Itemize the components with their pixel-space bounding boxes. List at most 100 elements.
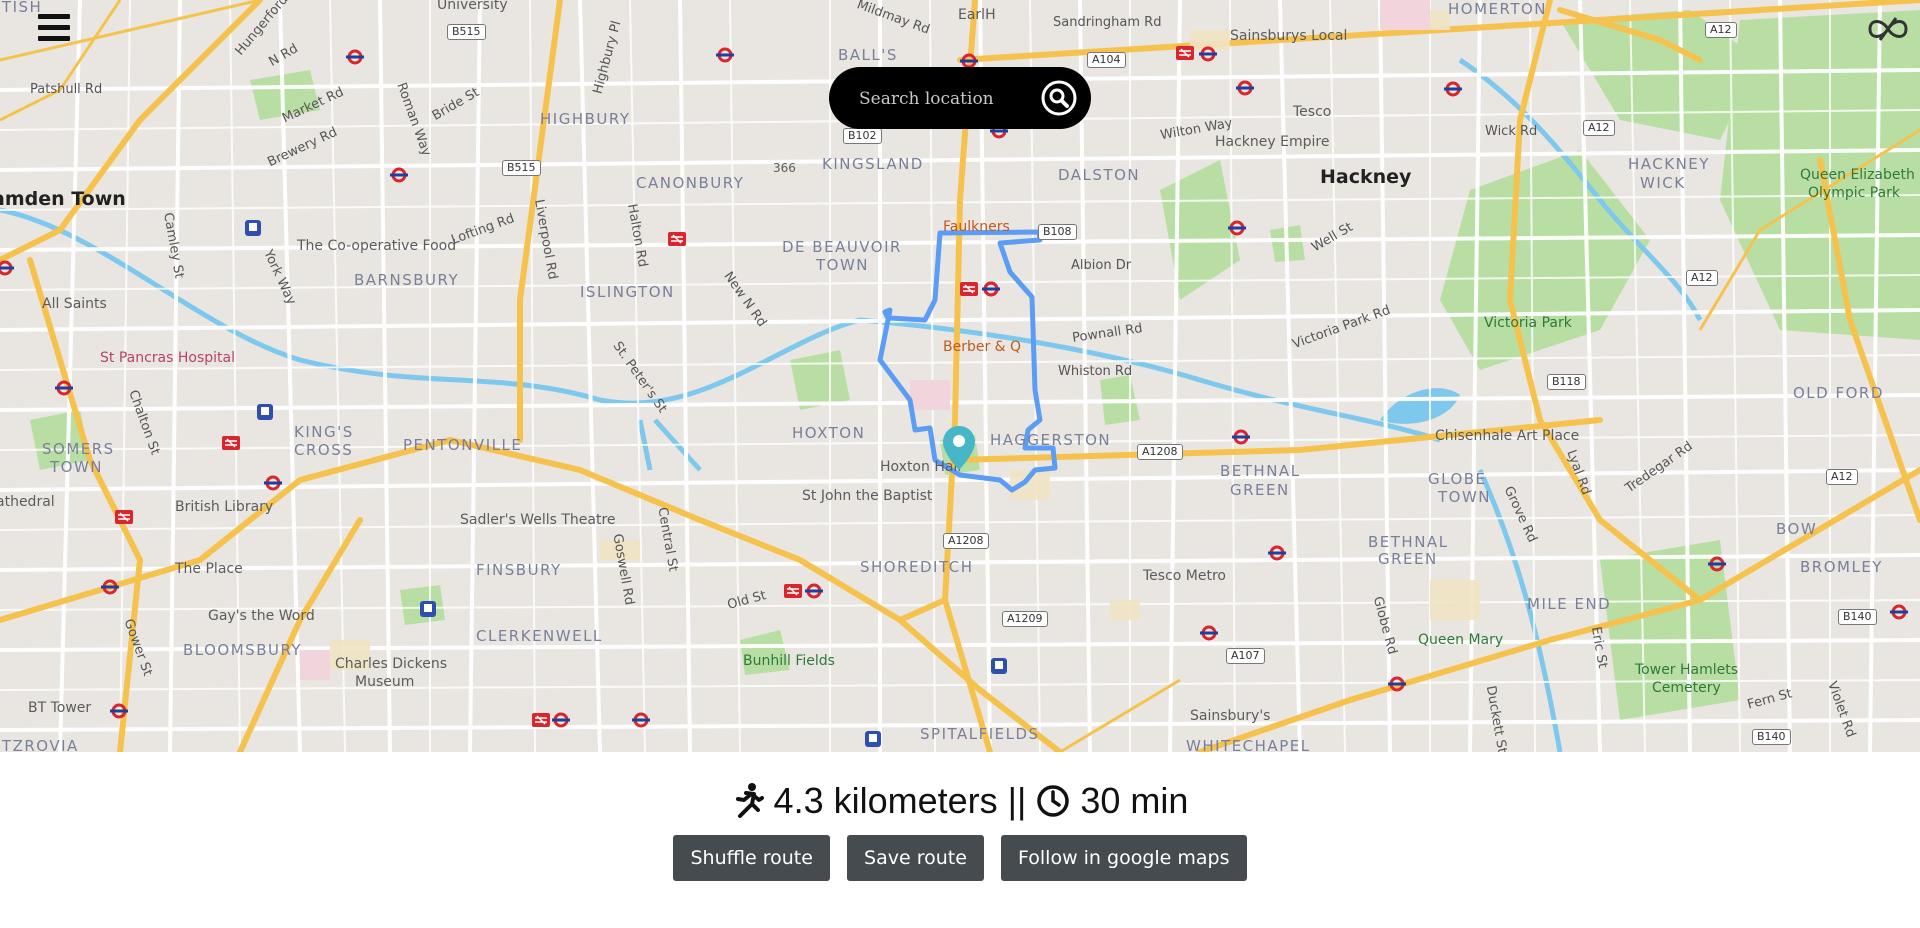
area-label: KINGSLAND [822,155,924,173]
tube-station-icon [552,712,570,728]
place-label: Tesco Metro [1143,568,1226,584]
infinity-loop-logo-icon[interactable] [1866,14,1910,44]
area-label: HIGHBURY [540,110,631,128]
place-label: Berber & Q [943,339,1022,355]
place-label: 366 [773,161,796,175]
tube-station-icon [346,49,364,65]
place-label: The Place [175,561,243,577]
stats-separator: || [1007,780,1027,821]
road-shield: B108 [1038,224,1077,240]
rail-station-icon [960,282,978,296]
search-icon[interactable] [1040,79,1078,117]
place-label: Charles Dickens [335,656,447,672]
area-label: TOWN [816,256,870,274]
route-duration: 30 min [1080,780,1189,821]
tube-station-icon [1200,625,1218,641]
area-label: GREEN [1378,550,1438,568]
rail-station-icon [668,232,686,246]
rail-station-icon [532,713,550,727]
place-label: The Co-operative Food [297,238,457,254]
area-label: CLERKENWELL [476,627,603,645]
road-shield: A12 [1686,270,1718,286]
area-label: ISLINGTON [580,283,675,301]
road-shield: B515 [502,160,541,176]
area-label: SHOREDITCH [860,558,974,576]
road-label: Patshull Rd [30,82,103,97]
rail-station-icon [115,510,133,524]
area-label: DALSTON [1058,166,1141,184]
place-label: Sainsbury's [1190,708,1271,724]
place-label: Sadler's Wells Theatre [460,512,616,528]
area-label: SOMERS [42,440,115,458]
place-label: St John the Baptist [802,488,933,504]
area-label: HAGGERSTON [990,431,1112,449]
area-label: CANONBURY [636,174,745,192]
road-label: Albion Dr [1071,258,1132,273]
action-buttons: Shuffle route Save route Follow in googl… [0,835,1920,881]
tube-station-icon [101,579,119,595]
route-stats: 4.3 kilometers || 30 min [0,780,1920,822]
road-shield: A12 [1826,469,1858,485]
bus-station-icon [245,220,261,236]
road-shield: B102 [843,128,882,144]
route-distance: 4.3 kilometers [773,780,998,821]
place-label: University [437,0,508,13]
area-label: ITISH [0,0,43,16]
tube-station-icon [1199,46,1217,62]
place-label: Chisenhale Art Place [1435,428,1580,444]
area-label: GREEN [1230,481,1290,499]
tube-station-icon [0,260,14,276]
place-label: Queen Elizabeth [1800,167,1915,183]
area-label: BOW [1776,520,1818,538]
hamburger-menu-icon[interactable] [38,14,70,48]
rail-station-icon [1176,46,1194,60]
place-label: St Pancras Hospital [100,350,235,366]
area-label: BLOOMSBURY [183,641,303,659]
place-label: Gay's the Word [208,608,315,624]
search-input[interactable] [857,82,1031,116]
road-label: Wick Rd [1485,124,1538,139]
area-label: ITZROVIA [0,737,79,752]
road-shield: A12 [1583,120,1615,136]
place-label: Olympic Park [1808,185,1901,201]
tube-station-icon [1444,81,1462,97]
road-shield: A1209 [1002,611,1048,627]
tube-station-icon [110,703,128,719]
area-label: KING'S [294,423,354,441]
map-view[interactable]: amden Town Hackney University EarlH Sand… [0,0,1920,752]
road-shield: A1208 [1137,444,1183,460]
road-label: Whiston Rd [1058,364,1133,379]
rail-station-icon [222,436,240,450]
bus-station-icon [257,404,273,420]
place-label: All Saints [42,296,107,312]
place-label: Faulkners [943,219,1010,235]
search-bar [829,67,1091,129]
tube-station-icon [1890,604,1908,620]
place-label: Hackney Empire [1215,134,1330,150]
follow-in-google-maps-button[interactable]: Follow in google maps [1001,835,1247,881]
place-label: Sainsburys Local [1230,28,1348,44]
tube-station-icon [805,583,823,599]
save-route-button[interactable]: Save route [847,835,984,881]
tube-station-icon [716,47,734,63]
area-label: BETHNAL [1220,462,1301,480]
area-label: SPITALFIELDS [920,725,1040,743]
tube-station-icon [264,475,282,491]
area-label: DE BEAUVOIR [782,238,902,256]
place-label: amden Town [0,188,126,210]
tube-station-icon [1388,676,1406,692]
area-label: BALL'S [838,46,898,64]
road-shield: B118 [1547,374,1586,390]
place-label: Tesco [1293,104,1332,120]
place-label: Cemetery [1652,680,1721,696]
tube-station-icon [1232,429,1250,445]
running-person-icon [735,783,764,818]
tube-station-icon [390,167,408,183]
shuffle-route-button[interactable]: Shuffle route [673,835,830,881]
tube-station-icon [1236,80,1254,96]
road-shield: B140 [1838,609,1877,625]
area-label: WHITECHAPEL [1186,737,1311,752]
area-label: BETHNAL [1368,533,1449,551]
place-label: Museum [355,674,415,690]
location-pin-icon[interactable] [941,424,977,472]
